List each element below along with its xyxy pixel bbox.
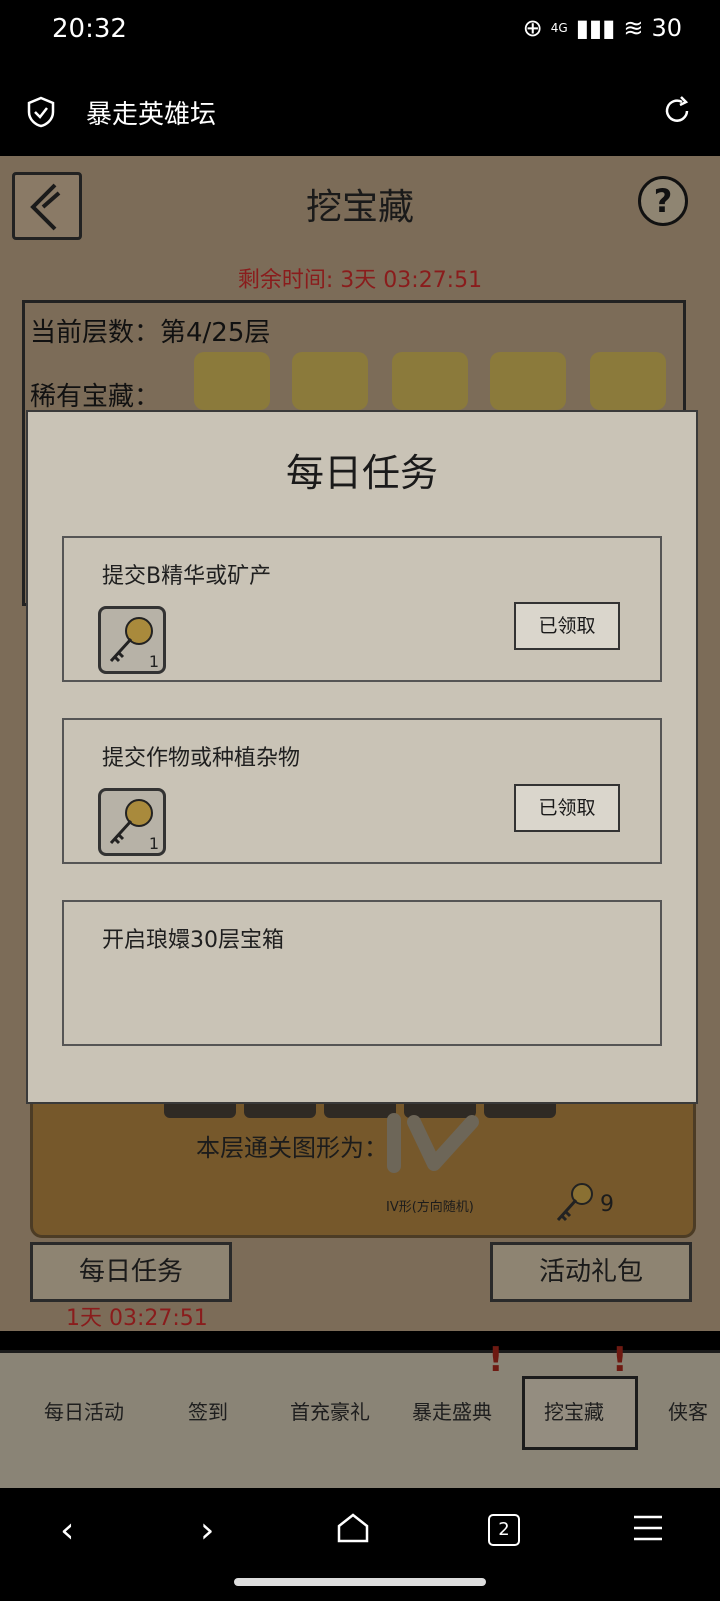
clear-shape-label: 本层通关图形为： xyxy=(196,1134,388,1162)
daily-tasks-modal: 每日任务 提交B精华或矿产 1 已领取 提交作物或种植杂物 1 已领取 开启琅嬛… xyxy=(26,410,698,1104)
current-floor: 当前层数：第4/25层 xyxy=(30,318,271,348)
task-label: 开启琅嬛30层宝箱 xyxy=(102,928,284,953)
tab-festival[interactable]: 暴走盛典 xyxy=(412,1396,492,1425)
iv-shape-icon xyxy=(387,1113,479,1173)
reload-icon[interactable] xyxy=(662,96,692,126)
remaining-time: 剩余时间: 3天 03:27:51 xyxy=(237,268,483,293)
page-title: 暴走英雄坛 xyxy=(86,100,217,130)
tab-treasure-dig[interactable]: 挖宝藏 xyxy=(544,1396,604,1425)
tabs-button[interactable]: 2 xyxy=(488,1514,520,1546)
clock: 20:32 xyxy=(52,14,127,44)
rare-treasure-label: 稀有宝藏： xyxy=(30,382,161,412)
key-count: 9 xyxy=(600,1192,614,1217)
signal-icon: ▮▮▮ xyxy=(575,14,616,42)
claimed-button[interactable]: 已领取 xyxy=(514,784,620,832)
home-icon[interactable] xyxy=(336,1512,370,1544)
browser-bar: 暴走英雄坛 xyxy=(0,64,720,156)
task-label: 提交B精华或矿产 xyxy=(102,564,272,589)
tab-daily-activity[interactable]: 每日活动 xyxy=(44,1396,124,1425)
rare-item[interactable] xyxy=(490,352,566,410)
data-saver-icon: ⊕ xyxy=(522,14,543,42)
back-icon[interactable]: ‹ xyxy=(60,1510,74,1551)
rare-item[interactable] xyxy=(590,352,666,410)
rare-item[interactable] xyxy=(194,352,270,410)
task-item: 提交B精华或矿产 1 已领取 xyxy=(62,536,662,682)
task-label: 提交作物或种植杂物 xyxy=(102,746,301,771)
claimed-button[interactable]: 已领取 xyxy=(514,602,620,650)
rare-item[interactable] xyxy=(392,352,468,410)
daily-tasks-button[interactable]: 每日任务 xyxy=(30,1242,232,1302)
rare-item[interactable] xyxy=(292,352,368,410)
key-icon xyxy=(556,1183,593,1222)
shape-caption: IV形(方向随机) xyxy=(386,1200,474,1215)
reward-key-icon: 1 xyxy=(98,606,166,674)
shield-icon[interactable] xyxy=(26,96,56,128)
daily-timer: 1天 03:27:51 xyxy=(66,1306,208,1331)
forward-icon[interactable]: › xyxy=(200,1510,214,1551)
reward-quantity: 1 xyxy=(148,834,159,853)
tab-first-recharge[interactable]: 首充豪礼 xyxy=(290,1396,370,1425)
wifi-icon: ≋ xyxy=(623,14,644,42)
event-gift-button[interactable]: 活动礼包 xyxy=(490,1242,692,1302)
tab-hero[interactable]: 侠客 xyxy=(668,1396,708,1425)
reward-quantity: 1 xyxy=(148,652,159,671)
menu-icon[interactable] xyxy=(632,1514,664,1542)
tab-sign-in[interactable]: 签到 xyxy=(188,1396,228,1425)
status-bar: 20:32 ⊕ 4G ▮▮▮ ≋ 30 xyxy=(0,0,720,64)
task-item: 提交作物或种植杂物 1 已领取 xyxy=(62,718,662,864)
modal-title: 每日任务 xyxy=(285,451,438,495)
status-icons: ⊕ 4G ▮▮▮ ≋ 30 xyxy=(523,14,682,42)
alert-icon: ! xyxy=(612,1340,628,1380)
game-title: 挖宝藏 xyxy=(305,187,414,228)
home-indicator xyxy=(234,1578,486,1586)
help-button[interactable]: ? xyxy=(638,176,688,226)
battery-level: 30 xyxy=(651,14,682,42)
network-type: 4G xyxy=(550,21,568,35)
alert-icon: ! xyxy=(488,1340,504,1380)
task-item: 开启琅嬛30层宝箱 xyxy=(62,900,662,1046)
reward-key-icon: 1 xyxy=(98,788,166,856)
